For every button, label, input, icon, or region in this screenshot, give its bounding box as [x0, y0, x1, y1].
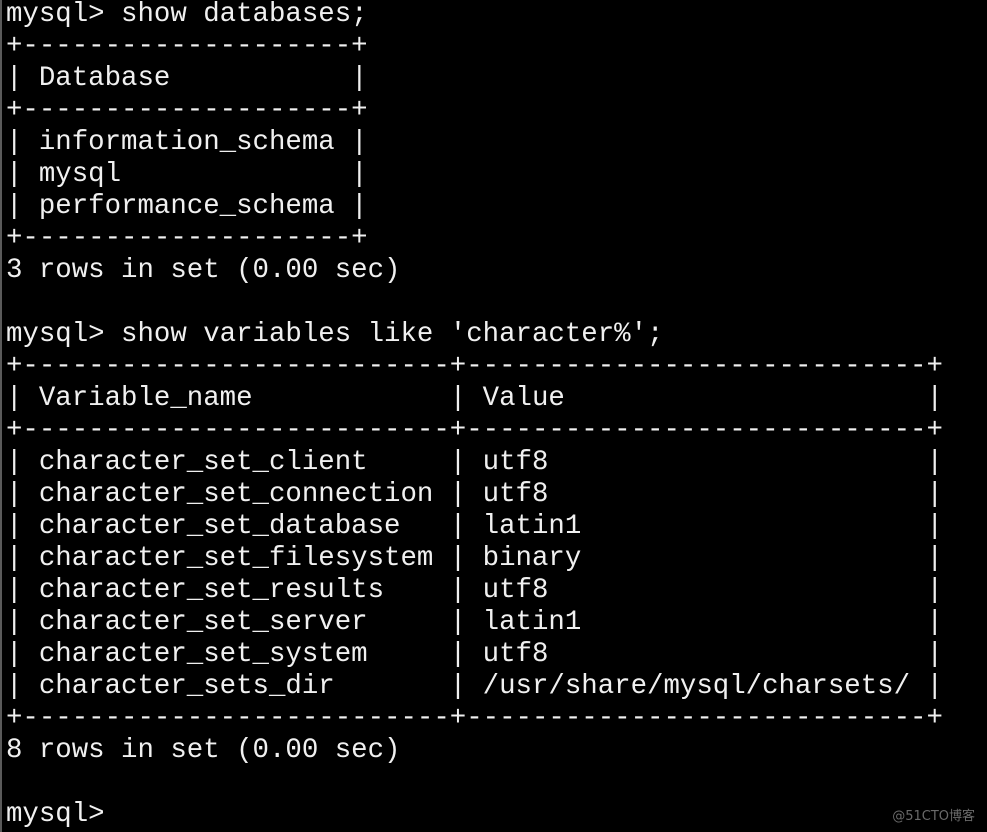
result-summary: 3 rows in set (0.00 sec) [6, 255, 401, 286]
watermark: @51CTO博客 [892, 809, 975, 824]
table-row: | character_set_database | latin1 | [6, 511, 943, 542]
table-row: | mysql | [6, 159, 368, 190]
table-row: | character_sets_dir | /usr/share/mysql/… [6, 671, 943, 702]
table-header: | Variable_name | Value | [6, 383, 943, 414]
table-header: | Database | [6, 63, 368, 94]
terminal-output: mysql> show databases; +-----------------… [6, 0, 943, 831]
table-row: | character_set_filesystem | binary | [6, 543, 943, 574]
table-border: +--------------------+ [6, 95, 368, 126]
table-row: | character_set_results | utf8 | [6, 575, 943, 606]
table-border: +--------------------+ [6, 223, 368, 254]
table-border: +--------------------------+------------… [6, 415, 943, 446]
command-line: mysql> show databases; [6, 0, 368, 30]
result-summary: 8 rows in set (0.00 sec) [6, 735, 401, 766]
table-row: | information_schema | [6, 127, 368, 158]
prompt-line: mysql> [6, 799, 105, 830]
table-row: | character_set_server | latin1 | [6, 607, 943, 638]
table-row: | performance_schema | [6, 191, 368, 222]
table-row: | character_set_client | utf8 | [6, 447, 943, 478]
table-border: +--------------------+ [6, 31, 368, 62]
table-border: +--------------------------+------------… [6, 351, 943, 382]
table-row: | character_set_system | utf8 | [6, 639, 943, 670]
command-line: mysql> show variables like 'character%'; [6, 319, 664, 350]
terminal-window[interactable]: mysql> show databases; +-----------------… [0, 0, 987, 832]
table-border: +--------------------------+------------… [6, 703, 943, 734]
table-row: | character_set_connection | utf8 | [6, 479, 943, 510]
